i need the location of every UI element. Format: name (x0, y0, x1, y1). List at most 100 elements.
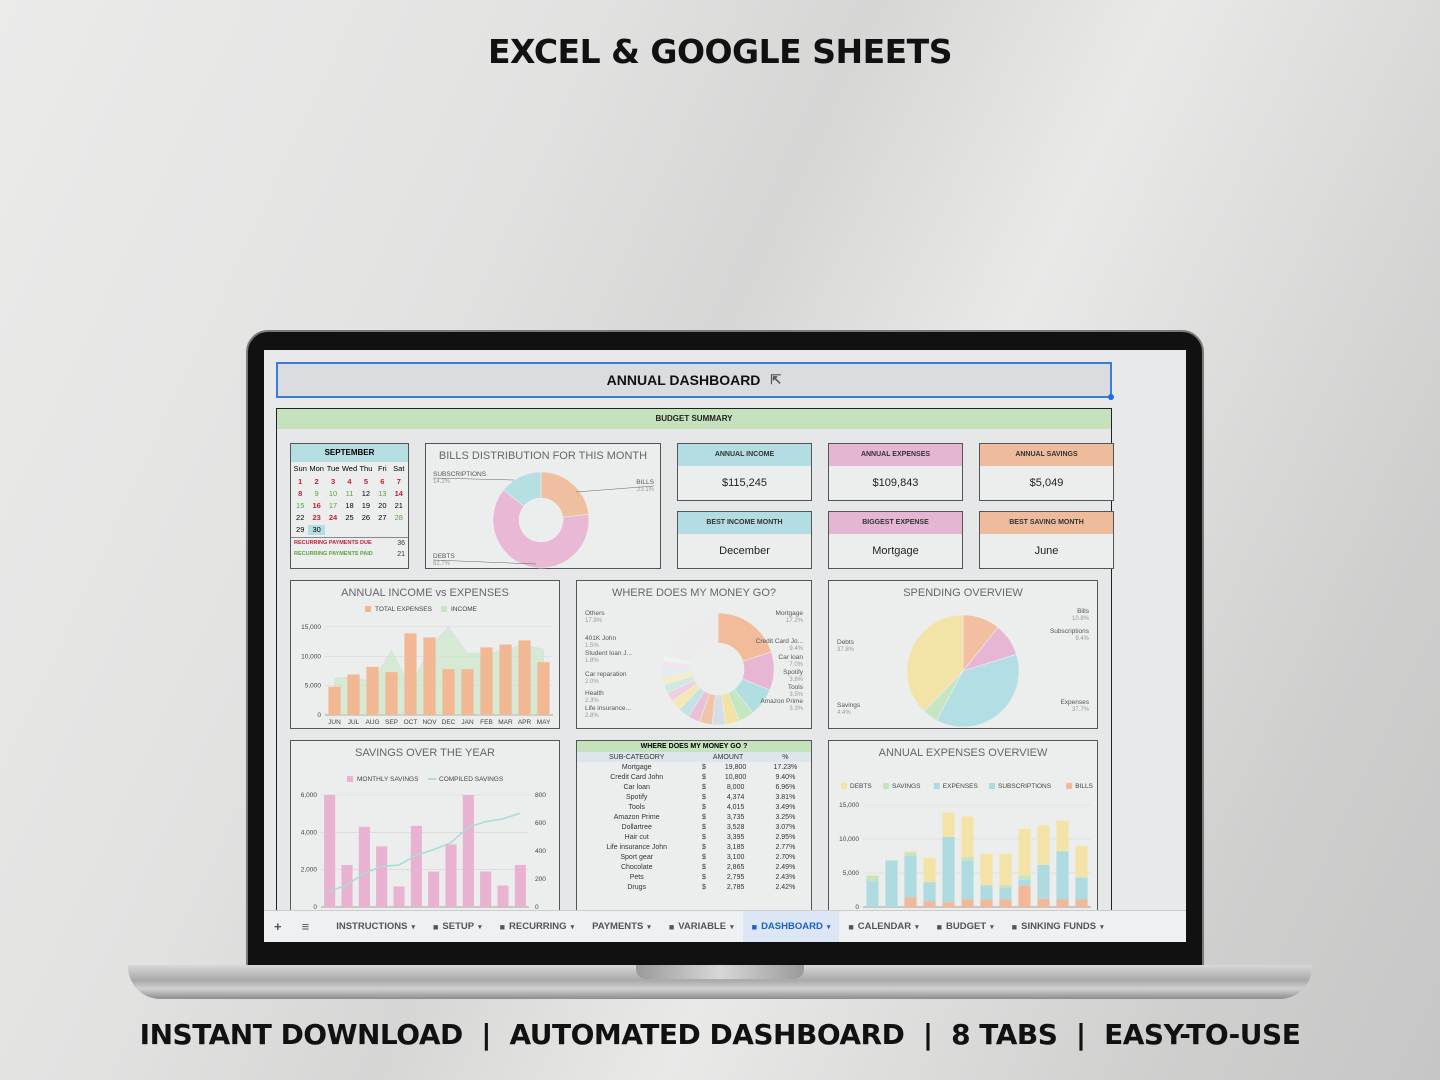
calendar-day[interactable]: 6 (374, 477, 390, 487)
bottom-headline: INSTANT DOWNLOAD | AUTOMATED DASHBOARD |… (139, 1018, 1301, 1051)
percent-cell: 2.77% (775, 843, 796, 851)
calendar-day[interactable]: 4 (341, 477, 357, 487)
tab-variable[interactable]: ■ VARIABLE ▾ (660, 911, 743, 942)
bills-label: Bills (1077, 608, 1090, 615)
life-insurance--label: Life insurance... (585, 705, 631, 712)
calendar-day[interactable]: 21 (391, 501, 407, 511)
others-percent: 17.9% (585, 618, 603, 624)
calendar-day[interactable]: 28 (391, 513, 407, 523)
tab-budget[interactable]: ■ BUDGET ▾ (928, 911, 1003, 942)
kpi-card-biggest-expense: BIGGEST EXPENSE Mortgage (828, 511, 963, 569)
weekday-label: Tue (326, 464, 340, 473)
car-reparation-percent: 2.0% (585, 679, 599, 685)
all-sheets-menu-icon[interactable]: ≡ (292, 911, 320, 942)
annual-expenses-overview-chart: ANNUAL EXPENSES OVERVIEW DEBTS SAVINGS EXP… (828, 740, 1098, 920)
calendar-day[interactable]: 22 (292, 513, 308, 523)
table-row: Tools $4,015 3.49% (577, 802, 811, 812)
percent-cell: 2.42% (775, 883, 796, 891)
amount-cell: 3,185 (726, 843, 745, 851)
stacked-bar-bills (904, 897, 917, 907)
tab-calendar[interactable]: ■ CALENDAR ▾ (839, 911, 927, 942)
health-label: Health (585, 690, 604, 697)
expenses-label: Expenses (1060, 699, 1089, 706)
tab-recurring[interactable]: ■ RECURRING ▾ (491, 911, 583, 942)
calendar-day[interactable]: 14 (391, 489, 407, 499)
lock-icon: ■ (751, 921, 758, 932)
calendar-day[interactable]: 8 (292, 489, 308, 499)
x-tick-label: FEB (480, 719, 493, 726)
calendar-day[interactable]: 17 (325, 501, 341, 511)
currency-cell: $ (701, 843, 706, 851)
kpi-value: Mortgage (872, 545, 919, 557)
add-sheet-button[interactable]: + (264, 911, 292, 942)
calendar-day[interactable]: 18 (341, 501, 357, 511)
calendar-day[interactable]: 26 (358, 513, 374, 523)
subscriptions-percent: 14.2% (433, 479, 451, 485)
calendar-day[interactable]: 13 (374, 489, 390, 499)
calendar-day[interactable]: 16 (308, 501, 324, 511)
calendar-day[interactable]: 25 (341, 513, 357, 523)
tab-setup[interactable]: ■ SETUP ▾ (424, 911, 491, 942)
calendar-day[interactable]: 2 (308, 477, 324, 487)
legend-label: SAVINGS (892, 783, 921, 790)
column-header: % (759, 752, 811, 762)
savings-bar (393, 886, 405, 907)
tab-dashboard[interactable]: ■ DASHBOARD ▾ (742, 911, 840, 942)
tab-label: PAYMENTS (592, 921, 644, 932)
spending-overview-svg: Bills10.8% Subscriptions9.4% Expenses37.7%… (837, 608, 1090, 728)
table-row: Amazon Prime $3,735 3.25% (577, 812, 811, 822)
calendar-day[interactable]: 27 (374, 513, 390, 523)
amount-cell: 3,735 (726, 813, 745, 821)
calendar-days: 1 2 3 4 5 6 7 8 9 10 11 12 13 14 15 16 17 18 19 20 21 22 23 24 2… (291, 475, 408, 537)
dashboard-title-cell[interactable]: ANNUAL DASHBOARD ⇱ (276, 362, 1114, 400)
student-loan-j--label: Student loan J... (585, 650, 632, 657)
calendar-day[interactable]: 23 (308, 513, 324, 523)
stacked-bar-savings (1018, 875, 1031, 880)
column-header: SUB-CATEGORY (577, 752, 697, 762)
y2-tick-label: 400 (535, 848, 546, 855)
selection-handle[interactable] (1108, 394, 1114, 400)
sub-category-cell: Life insurance John (606, 843, 668, 851)
bills-distribution-svg: SUBSCRIPTIONS14.2% BILLS23.1% DEBTS62.7% (432, 471, 655, 569)
calendar-day[interactable]: 11 (341, 489, 357, 499)
calendar-day[interactable]: 9 (308, 489, 324, 499)
calendar-day[interactable]: 1 (292, 477, 308, 487)
calendar-day[interactable]: 24 (325, 513, 341, 523)
amount-cell: 19,800 (724, 763, 747, 771)
calendar-day[interactable]: 10 (325, 489, 341, 499)
percent-cell: 2.43% (775, 873, 796, 881)
sub-category-cell: Mortgage (621, 763, 652, 771)
tab-payments[interactable]: PAYMENTS ▾ (583, 911, 660, 942)
credit-card-jo--percent: 9.4% (789, 646, 803, 652)
calendar-day[interactable]: 20 (374, 501, 390, 511)
calendar-day[interactable]: 3 (325, 477, 341, 487)
stacked-bar-expenses (904, 856, 917, 898)
stacked-bar-bills (1037, 898, 1050, 907)
savings-bar (410, 825, 422, 907)
stacked-bar-expenses (1075, 877, 1088, 900)
calendar-day[interactable]: 29 (292, 525, 308, 535)
tab-instructions[interactable]: INSTRUCTIONS ▾ (327, 911, 424, 942)
stacked-bar-expenses (1037, 864, 1050, 899)
y-tick-label: 5,000 (305, 683, 322, 690)
calendar-day[interactable]: 12 (358, 489, 374, 499)
amount-cell: 3,100 (726, 853, 745, 861)
stacked-bar-savings (1075, 877, 1088, 878)
tools-label: Tools (788, 684, 804, 691)
calendar-day[interactable]: 7 (391, 477, 407, 487)
recurring-paid-value: 21 (397, 551, 405, 558)
percent-cell: 2.70% (775, 853, 796, 861)
x-tick-label: JUN (328, 719, 341, 726)
legend-label: EXPENSES (943, 783, 979, 790)
calendar-day[interactable]: 15 (292, 501, 308, 511)
currency-cell: $ (701, 873, 706, 881)
stacked-bar-debts (923, 858, 936, 882)
tab-sinking-funds[interactable]: ■ SINKING FUNDS ▾ (1003, 911, 1113, 942)
calendar-day[interactable]: 30 (308, 525, 325, 535)
stacked-bar-debts (1075, 845, 1088, 878)
calendar-day[interactable]: 19 (358, 501, 374, 511)
currency-cell: $ (701, 863, 706, 871)
income-area (334, 626, 544, 716)
calendar-day[interactable]: 5 (358, 477, 374, 487)
amount-cell: 2,795 (726, 873, 745, 881)
